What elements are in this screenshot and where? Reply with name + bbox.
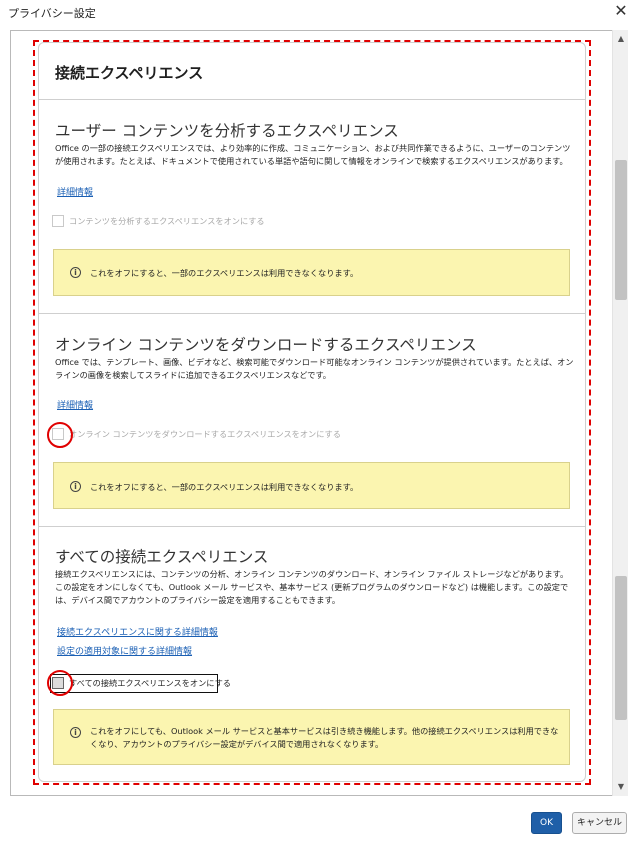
- annotation-circle: [47, 670, 73, 696]
- all-connected-checkbox-row[interactable]: すべての接続エクスペリエンスをオンにする: [52, 675, 231, 691]
- divider: [39, 99, 585, 100]
- info-banner: i これをオフにすると、一部のエクスペリエンスは利用できなくなります。: [53, 462, 570, 509]
- scroll-up-icon[interactable]: ▲: [613, 32, 629, 46]
- checkbox-label: すべての接続エクスペリエンスをオンにする: [69, 678, 231, 688]
- info-text: これをオフにすると、一部のエクスペリエンスは利用できなくなります。: [90, 268, 359, 278]
- title-bar: プライバシー設定 ✕: [0, 0, 640, 26]
- applied-settings-link[interactable]: 設定の適用対象に関する詳細情報: [57, 644, 192, 657]
- vertical-scrollbar[interactable]: ▲ ▼: [612, 30, 628, 796]
- section-title: すべての接続エクスペリエンス: [55, 548, 269, 566]
- section-title: ユーザー コンテンツを分析するエクスペリエンス: [55, 122, 399, 140]
- section-description: Office では、テンプレート、画像、ビデオなど、検索可能でダウンロード可能な…: [55, 357, 574, 380]
- learn-more-link[interactable]: 詳細情報: [57, 185, 93, 198]
- scroll-down-icon[interactable]: ▼: [613, 780, 629, 794]
- info-icon: i: [70, 481, 81, 492]
- analyze-content-checkbox[interactable]: [52, 215, 64, 227]
- info-banner: i これをオフにすると、一部のエクスペリエンスは利用できなくなります。: [53, 249, 570, 296]
- checkbox-label: オンライン コンテンツをダウンロードするエクスペリエンスをオンにする: [69, 429, 341, 439]
- download-content-checkbox-row[interactable]: オンライン コンテンツをダウンロードするエクスペリエンスをオンにする: [52, 426, 341, 442]
- ok-button[interactable]: OK: [531, 812, 562, 834]
- cancel-button[interactable]: キャンセル: [572, 812, 627, 834]
- info-text: これをオフにすると、一部のエクスペリエンスは利用できなくなります。: [90, 482, 359, 492]
- info-icon: i: [70, 267, 81, 278]
- divider: [39, 526, 585, 527]
- section-description: 接続エクスペリエンスには、コンテンツの分析、オンライン コンテンツのダウンロード…: [55, 569, 569, 605]
- divider: [39, 313, 585, 314]
- info-text: これをオフにしても、Outlook メール サービスと基本サービスは引き続き機能…: [90, 726, 559, 749]
- connected-experiences-link[interactable]: 接続エクスペリエンスに関する詳細情報: [57, 625, 218, 638]
- learn-more-link[interactable]: 詳細情報: [57, 398, 93, 411]
- close-icon[interactable]: ✕: [612, 2, 630, 20]
- section-title: オンライン コンテンツをダウンロードするエクスペリエンス: [55, 336, 477, 354]
- info-icon: i: [70, 727, 81, 738]
- analyze-content-checkbox-row[interactable]: コンテンツを分析するエクスペリエンスをオンにする: [52, 213, 265, 229]
- window-title: プライバシー設定: [8, 7, 96, 20]
- scrollbar-thumb[interactable]: [615, 160, 627, 300]
- section-description: Office の一部の接続エクスペリエンスでは、より効率的に作成、コミュニケーシ…: [55, 143, 571, 166]
- info-banner: i これをオフにしても、Outlook メール サービスと基本サービスは引き続き…: [53, 709, 570, 765]
- scrollbar-thumb[interactable]: [615, 576, 627, 720]
- annotation-circle: [47, 422, 73, 448]
- page-title: 接続エクスペリエンス: [55, 64, 204, 82]
- checkbox-label: コンテンツを分析するエクスペリエンスをオンにする: [69, 216, 265, 226]
